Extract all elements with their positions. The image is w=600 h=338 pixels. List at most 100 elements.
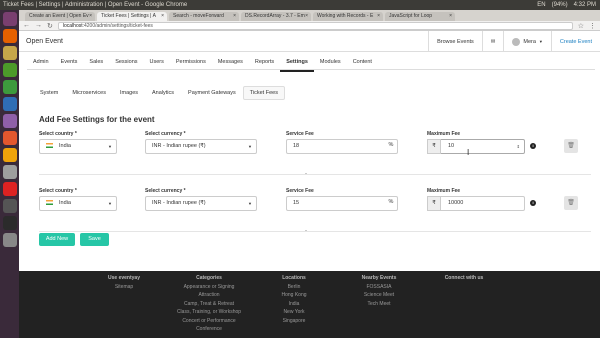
row-divider [39, 231, 591, 232]
url-field[interactable]: localhost:4200/admin/settings/ticket-fee… [57, 21, 573, 30]
close-icon[interactable]: × [305, 12, 308, 21]
ubuntu-launcher [0, 10, 19, 338]
footer-link[interactable]: Singapore [269, 317, 319, 326]
browser-tabbar: Create an Event | Open Ev × Ticket Fees |… [19, 10, 600, 21]
forward-arrow-icon[interactable]: → [35, 22, 42, 29]
url-host: localhost [62, 22, 83, 29]
star-icon[interactable]: ☆ [578, 22, 584, 30]
settings-icon[interactable] [2, 165, 17, 179]
service-fee-input[interactable]: 18% [286, 139, 398, 154]
footer-link[interactable]: FOSSASIA [349, 283, 409, 292]
currency-select[interactable]: INR - Indian rupee (₹) ▼ [145, 139, 257, 154]
info-icon[interactable]: i [530, 200, 536, 206]
service-fee-label: Service Fee [286, 188, 314, 194]
browser-tab[interactable]: JavaScript for Loop × [385, 12, 455, 21]
tab-label: Working with Records - E [317, 13, 374, 19]
amazon-icon[interactable] [2, 148, 17, 162]
footer-link[interactable]: Berlin [269, 283, 319, 292]
footer-col-locations: Locations Berlin Hong Kong India New Yor… [269, 274, 319, 325]
browser-tab[interactable]: DS.RecordArray - 3.7 - Em × [241, 12, 311, 21]
caret-down-icon: ▼ [108, 201, 112, 206]
app-header: Open Event Browse Events ✉ Mera ▼ Create … [19, 31, 600, 52]
footer-link[interactable]: Sitemap [99, 283, 149, 292]
battery-indicator[interactable]: (94%) [552, 0, 568, 10]
save-button[interactable]: Save [80, 233, 109, 246]
create-event-link[interactable]: Create Event [550, 31, 600, 52]
maximum-fee-input[interactable]: ₹10000 [427, 196, 525, 211]
close-icon[interactable]: × [377, 12, 380, 21]
terminal-icon[interactable] [2, 216, 17, 230]
close-icon[interactable]: × [233, 12, 236, 21]
maximum-fee-value: 10000 [448, 200, 464, 206]
back-arrow-icon[interactable]: ← [23, 22, 30, 29]
footer-link[interactable]: Appearance or Signing [164, 283, 254, 292]
footer-link[interactable]: Tech Meet [349, 300, 409, 309]
footer-link[interactable]: Conference [164, 325, 254, 334]
maximum-fee-input[interactable]: ₹10 ⇕ [427, 139, 525, 154]
footer-link[interactable]: Science Meet [349, 291, 409, 300]
close-icon[interactable]: × [449, 12, 452, 21]
nav-divider [27, 69, 595, 70]
country-select[interactable]: India ▼ [39, 139, 117, 154]
document-icon[interactable] [2, 97, 17, 111]
tab-label: Search - moveForward [173, 13, 224, 19]
currency-select[interactable]: INR - Indian rupee (₹) ▼ [145, 196, 257, 211]
maximum-fee-label: Maximum Fee [427, 188, 461, 194]
footer-link[interactable]: Concert or Performance [164, 317, 254, 326]
app-icon[interactable] [2, 182, 17, 196]
trash-icon[interactable]: 🗑 [564, 196, 578, 210]
footer-link[interactable]: Hong Kong [269, 291, 319, 300]
tab-label: JavaScript for Loop [389, 13, 433, 19]
browse-events-link[interactable]: Browse Events [428, 31, 482, 52]
close-icon[interactable]: × [161, 12, 164, 21]
service-fee-value: 18 [293, 143, 300, 149]
firefox-icon[interactable] [2, 29, 17, 43]
close-icon[interactable]: × [89, 12, 92, 21]
browser-tab[interactable]: Search - moveForward × [169, 12, 239, 21]
browser-tab-active[interactable]: Ticket Fees | Settings | A × [97, 12, 167, 21]
currency-value: INR - Indian rupee (₹) [152, 200, 206, 206]
footer-link[interactable]: Attraction [164, 291, 254, 300]
ubuntu-dash-icon[interactable] [2, 12, 17, 26]
add-new-button[interactable]: Add New [39, 233, 75, 246]
software-center-icon[interactable] [2, 131, 17, 145]
india-flag-icon [46, 200, 53, 206]
chrome-icon[interactable] [2, 63, 17, 77]
info-icon[interactable]: i [530, 143, 536, 149]
browser-tab[interactable]: Working with Records - E × [313, 12, 383, 21]
service-fee-input[interactable]: 15% [286, 196, 398, 211]
tab-label: DS.RecordArray - 3.7 - Em [245, 13, 305, 19]
presentation-icon[interactable] [2, 114, 17, 128]
spreadsheet-icon[interactable] [2, 80, 17, 94]
tab-analytics[interactable]: Analytics [145, 86, 181, 100]
brand-logo[interactable]: Open Event [26, 38, 63, 45]
spinner-icon[interactable]: ⇕ [517, 140, 520, 153]
tab-ticket-fees[interactable]: Ticket Fees [242, 86, 285, 100]
menu-icon[interactable]: ⋮ [589, 22, 596, 30]
footer-link[interactable]: Class, Training, or Workshop [164, 308, 254, 317]
footer-link[interactable]: New York [269, 308, 319, 317]
files-icon[interactable] [2, 46, 17, 60]
tab-system[interactable]: System [33, 86, 65, 100]
divider-mark: - [305, 171, 307, 177]
footer-link[interactable]: Camp, Treat & Retreat [164, 300, 254, 309]
user-menu[interactable]: Mera ▼ [503, 31, 551, 52]
maximum-fee-value: 10 [448, 143, 455, 149]
currency-label: Select currency * [145, 131, 186, 137]
browser-tab[interactable]: Create an Event | Open Ev × [25, 12, 95, 21]
envelope-icon[interactable]: ✉ [481, 31, 504, 52]
country-select[interactable]: India ▼ [39, 196, 117, 211]
tab-microservices[interactable]: Microservices [65, 86, 113, 100]
keyboard-indicator[interactable]: EN [537, 0, 545, 10]
tab-payment-gateways[interactable]: Payment Gateways [181, 86, 243, 100]
footer-heading: Connect with us [444, 275, 484, 281]
trash-icon[interactable]: 🗑 [564, 139, 578, 153]
settings-nav: System Microservices Images Analytics Pa… [33, 86, 285, 100]
reload-icon[interactable]: ↻ [47, 22, 53, 30]
footer-link[interactable]: India [269, 300, 319, 309]
clock[interactable]: 4:32 PM [574, 0, 596, 10]
text-editor-icon[interactable] [2, 199, 17, 213]
trash-launcher-icon[interactable] [2, 233, 17, 247]
percent-addon: % [388, 142, 394, 148]
tab-images[interactable]: Images [113, 86, 145, 100]
